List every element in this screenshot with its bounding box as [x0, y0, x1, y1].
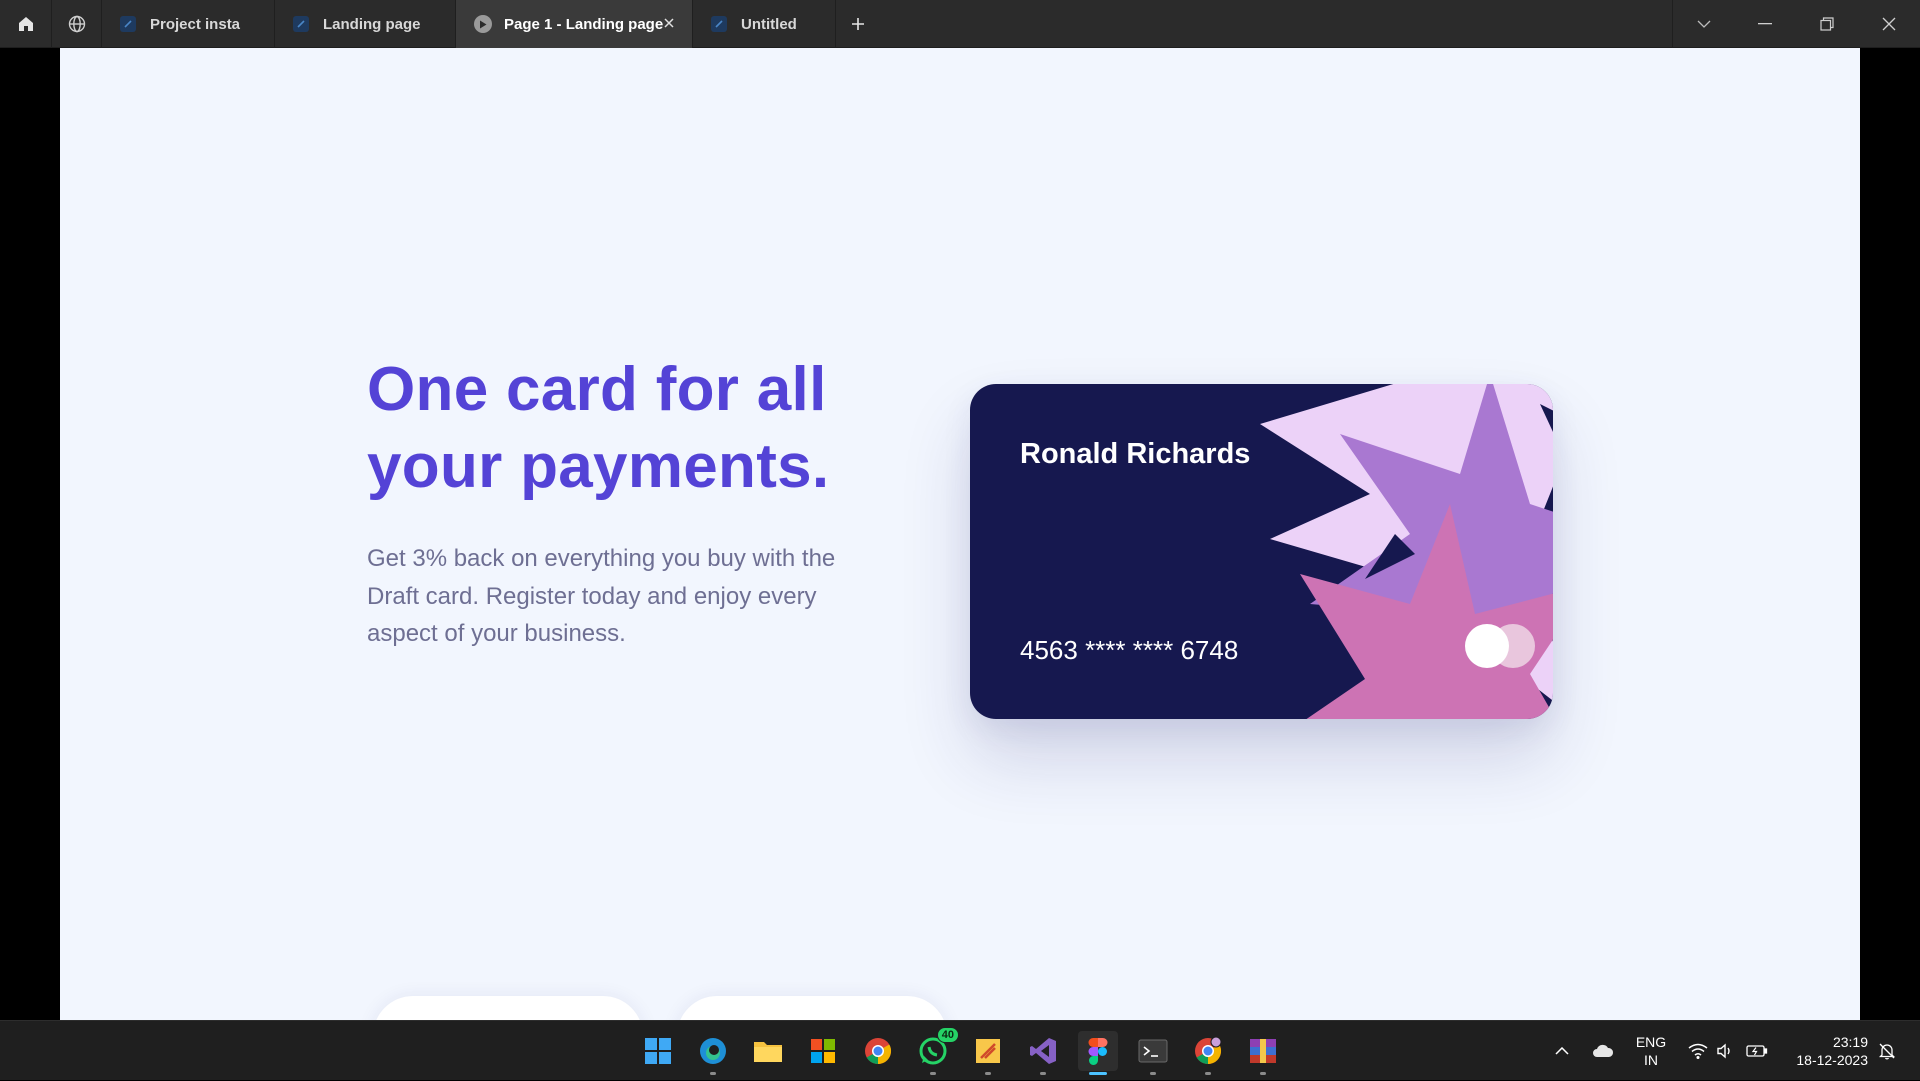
winrar-icon[interactable]: [1243, 1031, 1283, 1075]
file-explorer-icon[interactable]: [748, 1031, 788, 1071]
windows-taskbar: 40 ENG IN 23:19 18-12-2023: [0, 1020, 1920, 1080]
prototype-canvas: One card for all your payments. Get 3% b…: [60, 48, 1860, 1020]
home-icon[interactable]: [0, 0, 52, 48]
running-indicator: [710, 1072, 716, 1075]
edge-browser-icon[interactable]: [693, 1031, 733, 1075]
card-star-pattern: [1260, 384, 1553, 719]
windows-start-icon[interactable]: [638, 1031, 678, 1071]
tab-label: Landing page: [323, 15, 421, 33]
system-clock[interactable]: 23:19 18-12-2023: [1782, 1033, 1868, 1069]
tabs-dropdown-icon[interactable]: [1672, 0, 1734, 48]
globe-icon[interactable]: [52, 0, 102, 48]
close-tab-icon[interactable]: [660, 14, 678, 32]
tab-page1-landing-page[interactable]: Page 1 - Landing page: [456, 0, 693, 48]
region-code: IN: [1644, 1052, 1658, 1068]
figma-file-icon: [120, 16, 136, 32]
language-code: ENG: [1635, 1034, 1667, 1050]
tab-label: Project insta: [150, 15, 241, 33]
running-indicator: [1205, 1072, 1211, 1075]
chrome-icon[interactable]: [858, 1031, 898, 1071]
app-titlebar: Project insta Landing page Page 1 - Land…: [0, 0, 1920, 48]
whatsapp-icon[interactable]: 40: [913, 1027, 959, 1075]
restore-button[interactable]: [1796, 0, 1858, 48]
running-indicator: [1260, 1072, 1266, 1075]
tab-label: Untitled: [741, 15, 797, 33]
new-tab-button[interactable]: [836, 0, 880, 48]
clock-date: 18-12-2023: [1796, 1052, 1868, 1068]
battery-charging-icon[interactable]: [1744, 1021, 1770, 1081]
headline-line-2: your payments.: [367, 432, 830, 501]
language-indicator[interactable]: ENG IN: [1628, 1033, 1674, 1069]
figma-file-icon: [711, 16, 727, 32]
notification-badge: 40: [936, 1027, 959, 1043]
wifi-icon[interactable]: [1686, 1021, 1710, 1081]
tab-landing-page[interactable]: Landing page: [275, 0, 456, 48]
running-indicator: [930, 1072, 936, 1075]
volume-icon[interactable]: [1714, 1021, 1738, 1081]
notifications-icon[interactable]: [1874, 1021, 1900, 1081]
card-brand-circle-left: [1465, 624, 1509, 668]
card-holder-name: Ronald Richards: [1020, 438, 1251, 470]
sticky-app-icon[interactable]: [968, 1031, 1008, 1075]
show-hidden-icons-chevron-icon[interactable]: [1550, 1021, 1574, 1081]
tab-label: Page 1 - Landing page: [504, 15, 664, 33]
bottom-pill-1: [373, 996, 643, 1020]
headline-line-1: One card for all: [367, 355, 827, 424]
payment-card: Ronald Richards 4563 **** **** 6748: [970, 384, 1553, 719]
figma-icon[interactable]: [1078, 1031, 1118, 1075]
active-indicator: [1089, 1072, 1107, 1075]
terminal-icon[interactable]: [1133, 1031, 1173, 1075]
tab-untitled[interactable]: Untitled: [693, 0, 836, 48]
hero-headline: One card for all your payments.: [367, 351, 887, 505]
figma-file-icon: [293, 16, 309, 32]
running-indicator: [1040, 1072, 1046, 1075]
card-number: 4563 **** **** 6748: [1020, 635, 1239, 665]
chrome-profile-icon[interactable]: [1188, 1031, 1228, 1075]
microsoft-store-icon[interactable]: [803, 1031, 843, 1071]
visual-studio-icon[interactable]: [1023, 1031, 1063, 1075]
prototype-play-icon: [474, 15, 492, 33]
running-indicator: [1150, 1072, 1156, 1075]
onedrive-cloud-icon[interactable]: [1588, 1021, 1618, 1081]
bottom-pill-2: [677, 996, 947, 1020]
running-indicator: [985, 1072, 991, 1075]
minimize-button[interactable]: [1734, 0, 1796, 48]
close-window-button[interactable]: [1858, 0, 1920, 48]
hero-description: Get 3% back on everything you buy with t…: [367, 545, 836, 647]
tab-project-insta[interactable]: Project insta: [102, 0, 275, 48]
clock-time: 23:19: [1832, 1034, 1868, 1050]
